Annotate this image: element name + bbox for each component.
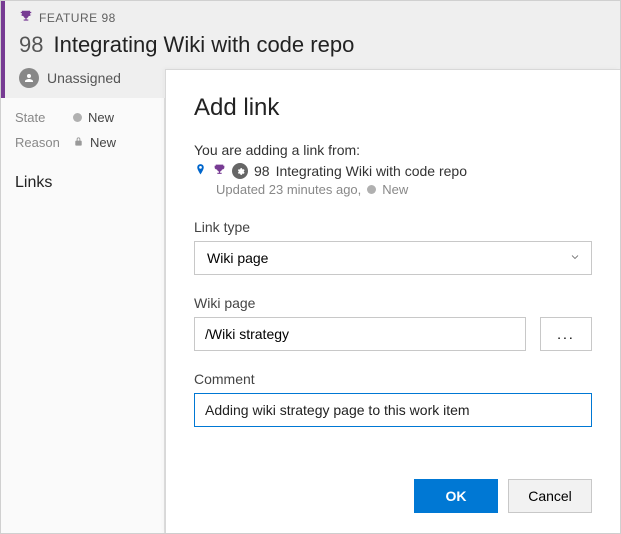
chevron-down-icon	[569, 250, 581, 266]
reason-field[interactable]: Reason New	[15, 135, 150, 150]
work-item-panel: FEATURE 98 98 Integrating Wiki with code…	[0, 0, 621, 534]
wiki-page-label: Wiki page	[194, 295, 592, 311]
dialog-intro: You are adding a link from:	[194, 142, 592, 158]
link-type-label: Link type	[194, 219, 592, 235]
browse-button[interactable]: ...	[540, 317, 592, 351]
dialog-buttons: OK Cancel	[194, 459, 592, 513]
ref-state: New	[382, 182, 408, 197]
ref-id: 98	[254, 163, 270, 179]
trophy-icon	[19, 9, 33, 26]
state-label: State	[15, 110, 73, 125]
reason-label: Reason	[15, 135, 73, 150]
ref-updated: Updated 23 minutes ago,	[216, 182, 361, 197]
state-field[interactable]: State New	[15, 110, 150, 125]
work-item-type-row: FEATURE 98	[19, 9, 606, 26]
dialog-title: Add link	[194, 94, 592, 122]
pin-icon	[194, 162, 207, 180]
trophy-icon	[213, 163, 226, 179]
link-source-ref: 98 Integrating Wiki with code repo	[194, 162, 592, 180]
work-item-id: 98	[19, 32, 43, 58]
fields-panel: State New Reason New Links	[1, 98, 165, 533]
state-value: New	[88, 110, 114, 125]
add-link-dialog: Add link You are adding a link from: 98 …	[165, 69, 620, 533]
lock-icon	[73, 135, 84, 150]
work-item-type-label: FEATURE 98	[39, 11, 116, 25]
person-icon	[19, 68, 39, 88]
state-dot-icon	[367, 185, 376, 194]
comment-input[interactable]	[194, 393, 592, 427]
ok-button[interactable]: OK	[414, 479, 498, 513]
ref-title: Integrating Wiki with code repo	[276, 163, 467, 179]
ref-meta: Updated 23 minutes ago, New	[216, 182, 592, 197]
link-type-select[interactable]: Wiki page	[194, 241, 592, 275]
work-item-title-row: 98 Integrating Wiki with code repo	[19, 32, 606, 58]
link-type-value: Wiki page	[207, 250, 268, 266]
comment-label: Comment	[194, 371, 592, 387]
assignee-label: Unassigned	[47, 70, 121, 86]
reason-value: New	[90, 135, 116, 150]
state-dot-icon	[73, 113, 82, 122]
gear-icon	[232, 163, 248, 179]
cancel-button[interactable]: Cancel	[508, 479, 592, 513]
wiki-page-input[interactable]	[194, 317, 526, 351]
links-tab[interactable]: Links	[15, 174, 150, 192]
work-item-title[interactable]: Integrating Wiki with code repo	[53, 32, 354, 58]
